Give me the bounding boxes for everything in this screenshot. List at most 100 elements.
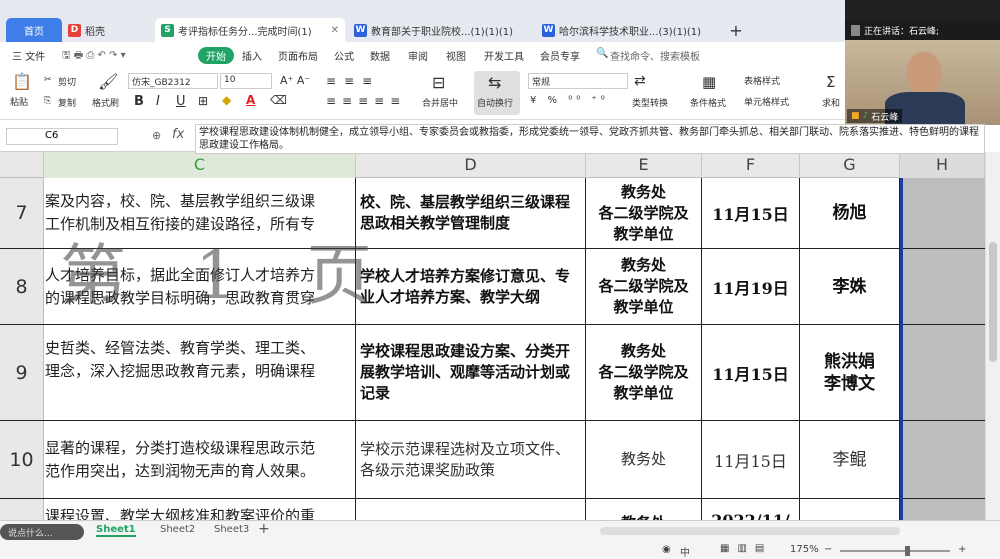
cell-evidence[interactable] [356, 499, 586, 520]
horizontal-scrollbar[interactable] [600, 527, 900, 535]
zoom-cell-icon[interactable]: ⊕ [152, 129, 161, 142]
input-language[interactable]: 中 [680, 544, 690, 559]
row-number[interactable]: 9 [0, 325, 44, 420]
tab-review[interactable]: 审阅 [408, 48, 428, 63]
cell-department[interactable]: 教务处 各二级学院及 教学单位 [586, 249, 702, 324]
row-number[interactable]: 10 [0, 421, 44, 498]
view-mode-icons[interactable]: ▦▥▤ [720, 543, 772, 554]
scroll-thumb[interactable] [989, 242, 997, 362]
select-all-corner[interactable] [0, 152, 44, 178]
font-family-select[interactable]: 仿宋_GB2312 [128, 73, 218, 89]
cell-department[interactable]: 教务处 [586, 421, 702, 498]
cell-evidence[interactable]: 校、院、基层教学组织三级课程思政相关教学管理制度 [356, 178, 586, 248]
number-format-select[interactable]: 常规 [528, 73, 628, 89]
zoom-slider-handle[interactable] [905, 546, 910, 556]
cell-empty[interactable] [900, 178, 985, 248]
format-painter-button[interactable]: 格式刷 [92, 96, 119, 109]
video-feed[interactable]: ■ ♪ 石云峰 [845, 40, 1000, 125]
cell-empty[interactable] [900, 325, 985, 420]
add-tab-button[interactable]: + [724, 18, 748, 42]
tab-data[interactable]: 数据 [370, 48, 390, 63]
row-number[interactable] [0, 499, 44, 520]
cell-content[interactable]: 显著的课程，分类打造校级课程思政示范 范作用突出，达到润物无声的育人效果。 [44, 421, 356, 498]
fill-color-icon[interactable]: ◆ [222, 93, 231, 107]
paste-button[interactable]: 粘贴 [10, 95, 28, 108]
cell-content[interactable]: 史哲类、经管法类、教育学类、理工类、 理念，深入挖掘思政教育元素，明确课程 [44, 325, 356, 420]
cell-owner[interactable]: 李鲲 [800, 421, 900, 498]
bold-button[interactable]: B [134, 94, 144, 109]
command-search[interactable]: 查找命令、搜索模板 [610, 48, 700, 63]
tab-doc-2[interactable]: W 哈尔滨科学技术职业...(3)(1)(1) [536, 18, 718, 42]
column-header-e[interactable]: E [586, 152, 702, 178]
quick-access-icons[interactable]: 🖫 🖶 ⎙ ↶ ↷ ▾ [62, 48, 126, 65]
chat-input[interactable]: 说点什么... [0, 524, 84, 540]
tab-spreadsheet[interactable]: S 考评指标任务分...完成时间(1) ✕ [155, 18, 345, 42]
tab-home[interactable]: 首页 [6, 18, 62, 42]
cell-empty[interactable] [900, 499, 985, 520]
column-header-d[interactable]: D [356, 152, 586, 178]
tab-developer[interactable]: 开发工具 [484, 48, 524, 63]
copy-button[interactable]: 复制 [58, 96, 76, 109]
cell-content[interactable]: 课程设置、教学大纲核准和教案评价的重 [44, 499, 356, 520]
cell-department[interactable]: 教务处 各二级学院及 教学单位 [586, 178, 702, 248]
tab-member[interactable]: 会员专享 [540, 48, 580, 63]
wrap-text-button[interactable]: 自动换行 [477, 96, 513, 109]
sheet-tab-1[interactable]: Sheet1 [96, 524, 136, 537]
zoom-slider[interactable] [840, 550, 950, 552]
tab-doc-1[interactable]: W 教育部关于职业院校...(1)(1)(1) [348, 18, 530, 42]
close-icon[interactable]: ✕ [331, 25, 339, 36]
paste-icon[interactable]: 📋 [12, 72, 32, 91]
zoom-in-icon[interactable]: + [958, 544, 966, 555]
tab-formulas[interactable]: 公式 [334, 48, 354, 63]
row-number[interactable]: 7 [0, 178, 44, 248]
formula-input[interactable]: 学校课程思政建设体制机制健全，成立领导小组、专家委员会或教指委，形成党委统一领导… [195, 124, 985, 154]
cell-department[interactable]: 教务处 各二级学院及 教学单位 [586, 325, 702, 420]
align-top-icons[interactable]: ≡≡≡ [326, 74, 380, 88]
conditional-format-button[interactable]: 条件格式 [690, 96, 726, 109]
cell-style-button[interactable]: 单元格样式 [744, 95, 789, 108]
cell-empty[interactable] [900, 421, 985, 498]
font-size-select[interactable]: 10 [220, 73, 272, 89]
table-style-button[interactable]: 表格样式 [744, 74, 780, 87]
tab-docer[interactable]: D 稻壳 [62, 18, 152, 42]
file-menu[interactable]: 三 文件 [12, 48, 45, 63]
sheet-tab-2[interactable]: Sheet2 [160, 524, 195, 535]
cell-empty[interactable] [900, 249, 985, 324]
column-header-h[interactable]: H [900, 152, 985, 178]
cell-owner[interactable]: 李姝 [800, 249, 900, 324]
column-header-f[interactable]: F [702, 152, 800, 178]
cell-evidence[interactable]: 学校人才培养方案修订意见、专业人才培养方案、教学大纲 [356, 249, 586, 324]
type-convert-button[interactable]: 类型转换 [632, 96, 668, 109]
cell-owner[interactable]: 杨旭 [800, 178, 900, 248]
font-color-icon[interactable]: A [246, 93, 255, 107]
cell-department[interactable]: 教务处 [586, 499, 702, 520]
clear-format-icon[interactable]: ⌫ [270, 93, 287, 107]
tab-view[interactable]: 视图 [446, 48, 466, 63]
cut-button[interactable]: 剪切 [58, 75, 76, 88]
italic-button[interactable]: I [156, 94, 160, 109]
cell-deadline[interactable]: 11月19日 [702, 249, 800, 324]
cell-owner[interactable]: 熊洪娟 李博文 [800, 325, 900, 420]
cell-owner[interactable] [800, 499, 900, 520]
zoom-level[interactable]: 175% [790, 544, 819, 555]
zoom-out-icon[interactable]: − [824, 544, 832, 555]
fx-icon[interactable]: fx [172, 127, 184, 142]
cell-deadline[interactable]: 2022/11/ [702, 499, 800, 520]
row-number[interactable]: 8 [0, 249, 44, 324]
align-horizontal-icons[interactable]: ≡≡≡≡≡ [326, 94, 406, 108]
cell-deadline[interactable]: 11月15日 [702, 325, 800, 420]
sum-button[interactable]: 求和 [822, 96, 840, 109]
column-header-g[interactable]: G [800, 152, 900, 178]
cell-evidence[interactable]: 学校示范课程选树及立项文件、各级示范课奖励政策 [356, 421, 586, 498]
cell-evidence[interactable]: 学校课程思政建设方案、分类开展教学培训、观摩等活动计划或记录 [356, 325, 586, 420]
cell-content[interactable]: 人才培养目标，据此全面修订人才培养方 的课程思政教学目标明确，思政教育贯穿 [44, 249, 356, 324]
column-header-c[interactable]: C [44, 152, 356, 178]
tab-page-layout[interactable]: 页面布局 [278, 48, 318, 63]
tab-insert[interactable]: 插入 [242, 48, 262, 63]
cell-deadline[interactable]: 11月15日 [702, 421, 800, 498]
sheet-tab-3[interactable]: Sheet3 [214, 524, 249, 535]
merge-center-button[interactable]: 合并居中 [422, 96, 458, 109]
cell-content[interactable]: 案及内容，校、院、基层教学组织三级课 工作机制及相互衔接的建设路径，所有专 [44, 178, 356, 248]
cell-deadline[interactable]: 11月15日 [702, 178, 800, 248]
border-icon[interactable]: ⊞ [198, 94, 208, 108]
